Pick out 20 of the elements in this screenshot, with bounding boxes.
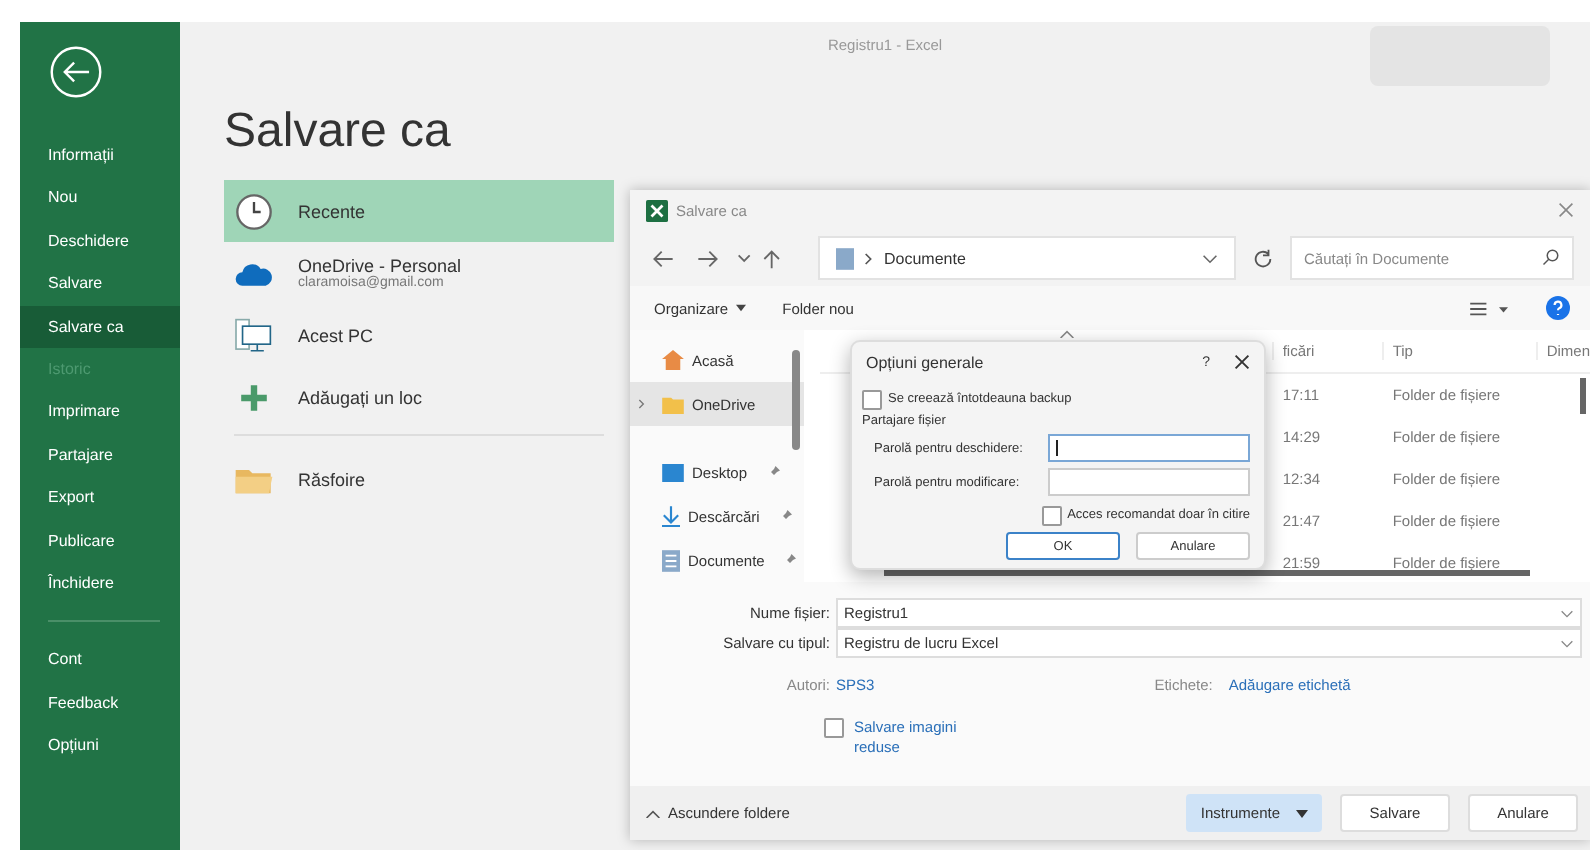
sidebar-item[interactable]: Salvare ca	[20, 305, 180, 348]
sidebar-item[interactable]: Închidere	[20, 561, 180, 605]
location-item[interactable]: Acest PC	[224, 304, 614, 366]
sidebar-item[interactable]: Feedback	[20, 681, 180, 725]
sidebar-item[interactable]: Cont	[20, 638, 180, 682]
sidebar-item[interactable]: Nou	[20, 176, 180, 220]
sidebar-item[interactable]: Deschidere	[20, 219, 180, 263]
sidebar-item[interactable]: Informații	[20, 134, 180, 177]
sidebar-item[interactable]: Salvare	[20, 262, 180, 306]
dialog-title: Opțiuni generale	[866, 353, 984, 371]
page-title: Salvare ca	[224, 104, 453, 160]
sidebar-item[interactable]: Publicare	[20, 519, 180, 562]
location-item[interactable]: Recente	[224, 180, 614, 242]
sidebar-item[interactable]: Imprimare	[20, 390, 180, 434]
location-item[interactable]: Adăugați un loc	[224, 366, 614, 428]
sidebar-item[interactable]: Export	[20, 476, 180, 520]
sidebar-item[interactable]: Opțiuni	[20, 724, 180, 767]
browse-item[interactable]: Răsfoire	[224, 448, 614, 510]
address-bar[interactable]: Documente	[818, 236, 1236, 280]
sidebar-item[interactable]: Partajare	[20, 433, 180, 477]
